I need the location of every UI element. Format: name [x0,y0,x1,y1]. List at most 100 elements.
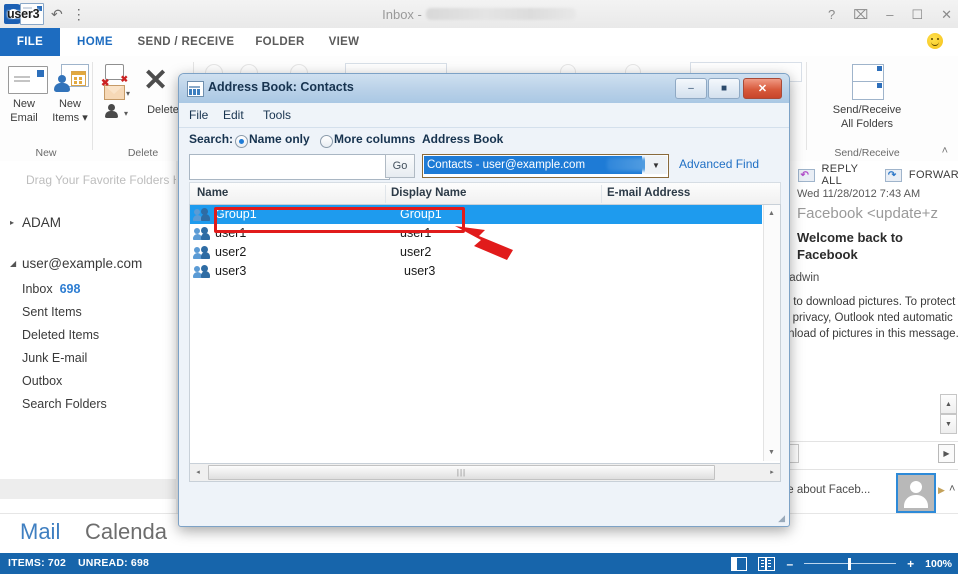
menu-edit[interactable]: Edit [223,108,244,122]
row-name: user3 [215,264,247,278]
junk-chevron-down-icon[interactable]: ▾ [126,89,130,98]
reply-all-icon[interactable]: ↶ [797,168,815,182]
tab-file[interactable]: FILE [0,28,60,56]
zoom-out-icon[interactable]: – [786,558,793,570]
list-vertical-scrollbar[interactable]: ▲ ▼ [763,205,780,461]
account-adam[interactable]: ▸ ADAM [10,215,61,230]
ribbon-group-send-receive-label: Send/Receive [834,147,900,159]
zoom-slider[interactable] [804,557,897,570]
minimize-icon[interactable]: – [886,8,893,21]
maximize-icon[interactable]: ☐ [911,8,923,21]
account-adam-label: ADAM [22,215,62,230]
scroll-up-icon[interactable]: ▲ [764,205,779,222]
scroll-up-icon[interactable]: ▲ [940,394,957,414]
reading-view-icon[interactable] [758,556,776,571]
tab-folder[interactable]: FOLDER [244,28,316,56]
module-mail[interactable]: Mail [20,519,60,545]
list-column-headers: Name Display Name E-mail Address [189,182,781,206]
module-calendar[interactable]: Calenda [85,519,167,545]
inbox-unread-count: 698 [59,282,81,296]
help-icon[interactable]: ? [828,8,835,21]
status-view-controls: – + 100% [731,553,952,574]
zoom-slider-thumb[interactable] [848,557,851,570]
radio-more-columns[interactable] [320,135,333,148]
ribbon-group-send-receive: Send/Receive All Folders Send/Receive [812,56,922,161]
quick-access-toolbar[interactable]: user3 ↶ ⋮ [4,2,86,26]
status-bar: ITEMS: 702 UNREAD: 698 – + 100% [0,553,958,574]
expand-people-pane-icon[interactable]: ˄ [949,483,955,495]
column-divider-2[interactable] [601,185,602,203]
scroll-down-icon[interactable]: ▼ [940,414,957,434]
undo-icon[interactable]: ↶ [51,7,63,21]
account-user-example[interactable]: ◢ user@example.com [10,256,142,271]
zoom-in-icon[interactable]: + [907,558,914,570]
window-title: Inbox - [0,0,958,28]
table-row[interactable]: user3 user3 [190,262,762,281]
normal-view-icon[interactable] [731,556,748,571]
send-smile-icon[interactable] [927,33,943,49]
next-contact-icon[interactable]: ▶ [938,485,945,496]
collapse-ribbon-icon[interactable]: ˄ [942,145,948,157]
send-receive-all-folders-icon[interactable] [842,64,892,100]
tab-home[interactable]: HOME [62,28,128,56]
ribbon-display-options-icon[interactable]: ⌧ [853,8,868,21]
close-icon[interactable]: ✕ [941,8,952,21]
radio-more-columns-label[interactable]: More columns [334,132,415,146]
sidebar-item-sent-items[interactable]: Sent Items [22,305,82,319]
new-items-label-2: Items ▾ [52,112,88,124]
zoom-level-label[interactable]: 100% [925,558,952,570]
search-input[interactable] [189,154,390,180]
address-book-label: Address Book [422,132,504,146]
sidebar-item-inbox[interactable] [0,479,176,499]
forward-icon[interactable]: ↷ [884,168,902,182]
reading-pane-scrollbar[interactable]: ▲ ▼ [940,394,957,434]
avatar[interactable] [896,473,936,513]
delete-icon[interactable]: ✕ [143,66,168,96]
sidebar-item-junk-email[interactable]: Junk E-mail [22,351,87,365]
column-header-display-name[interactable]: Display Name [391,187,466,199]
account-user-example-label: user@example.com [22,256,143,271]
menu-tools[interactable]: Tools [263,108,291,122]
list-horizontal-scrollbar[interactable]: ◂ ||| ▸ [189,463,781,482]
annotation-highlight-box [214,207,465,233]
scroll-left-icon[interactable]: ◂ [190,464,206,479]
window-controls[interactable]: ? ⌧ – ☐ ✕ [828,0,952,28]
folder-inbox-label: Inbox [22,282,53,296]
resize-grip-icon[interactable]: ◢ [778,513,785,524]
column-header-email-address[interactable]: E-mail Address [607,187,690,199]
radio-name-only-label[interactable]: Name only [249,132,310,146]
menu-file[interactable]: File [189,108,208,122]
forward-label[interactable]: FORWAR [909,169,958,181]
scroll-down-icon[interactable]: ▼ [764,444,779,461]
scrollbar-thumb[interactable]: ||| [208,465,715,480]
chevron-down-icon[interactable]: ▼ [645,156,667,174]
go-button[interactable]: Go [385,154,415,178]
download-pictures-infobar[interactable]: here to download pictures. To protect yo… [783,294,958,342]
cleanup-chevron-down-icon[interactable]: ▾ [124,109,128,118]
reply-all-label[interactable]: REPLY ALL [822,163,878,187]
chevron-right-icon[interactable]: ▸ [10,218,22,227]
play-icon[interactable]: ▶ [938,444,955,463]
advanced-find-link[interactable]: Advanced Find [679,157,759,171]
junk-icon[interactable] [101,78,125,100]
column-header-name[interactable]: Name [197,187,228,199]
folder-pane: ▸ ADAM ◢ user@example.com Inbox 698 Sent It… [0,201,177,513]
sidebar-item-deleted-items[interactable]: Deleted Items [22,328,99,342]
radio-name-only[interactable] [235,135,248,148]
ribbon-tab-strip: FILE HOME SEND / RECEIVE FOLDER VIEW [0,28,958,57]
sidebar-item-inbox-label[interactable]: Inbox 698 [22,282,80,296]
sidebar-item-outbox[interactable]: Outbox [22,374,62,388]
cleanup-icon[interactable] [105,104,120,119]
scroll-right-icon[interactable]: ▸ [764,464,780,479]
customize-qat-chevron-icon[interactable]: ⋮ [72,7,86,21]
dialog-minimize-button[interactable]: – [675,78,707,99]
column-divider-1[interactable] [385,185,386,203]
send-receive-all-folders-button[interactable]: Send/Receive All Folders [812,103,922,131]
tab-send-receive[interactable]: SEND / RECEIVE [130,28,242,56]
dialog-maximize-button[interactable]: ■ [708,78,740,99]
sidebar-item-search-folders[interactable]: Search Folders [22,397,107,411]
chevron-down-icon[interactable]: ◢ [10,259,22,268]
address-book-select[interactable]: Contacts - user@example.com ▼ [422,154,669,178]
tab-view[interactable]: VIEW [318,28,370,56]
dialog-close-button[interactable]: ✕ [743,78,782,99]
